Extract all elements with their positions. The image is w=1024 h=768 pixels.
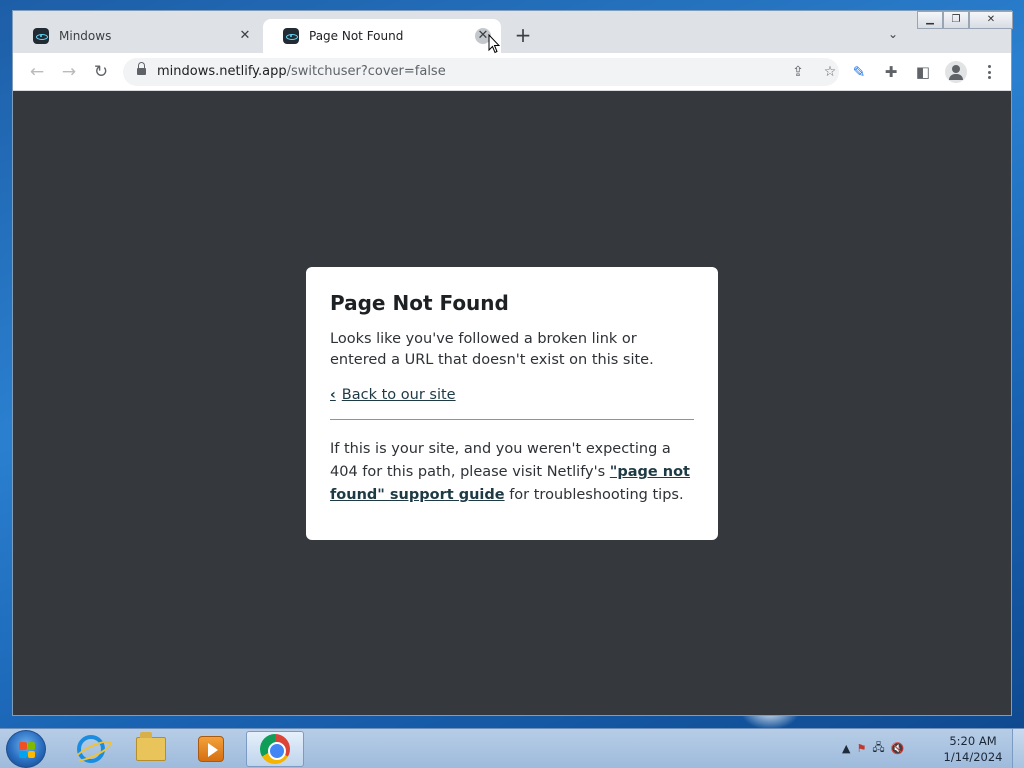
puzzle-icon[interactable]: ✚ — [881, 62, 901, 82]
show-desktop-button[interactable] — [1012, 729, 1024, 768]
address-bar[interactable]: mindows.netlify.app/switchuser?cover=fal… — [123, 58, 839, 86]
tab-page-not-found[interactable]: Page Not Found ✕ — [263, 19, 501, 53]
volume-muted-icon[interactable]: 🔇 — [891, 742, 905, 755]
lock-icon[interactable] — [137, 62, 146, 77]
mouse-cursor-icon — [488, 34, 500, 54]
internet-explorer-taskbar-button[interactable] — [62, 731, 120, 767]
tab-close-icon[interactable]: ✕ — [237, 28, 253, 44]
back-arrow-icon[interactable]: ← — [27, 62, 47, 82]
internet-explorer-icon — [77, 735, 105, 763]
star-icon[interactable]: ☆ — [821, 63, 839, 81]
chevron-left-icon: ‹ — [330, 387, 336, 403]
taskbar-clock[interactable]: 5:20 AM 1/14/2024 — [940, 733, 1006, 765]
close-window-button[interactable]: ✕ — [969, 11, 1013, 29]
windows-logo-icon — [19, 742, 35, 758]
tab-search-chevron-icon[interactable]: ⌄ — [885, 27, 901, 43]
system-tray: ▲ ⚑ 🖧 🔇 — [842, 739, 904, 758]
new-tab-button[interactable]: + — [513, 25, 533, 45]
tab-strip: Mindows ✕ Page Not Found ✕ + ⌄ ▁ ❐ ✕ — [13, 11, 1013, 53]
page-title: Page Not Found — [330, 291, 509, 315]
forward-arrow-icon[interactable]: → — [59, 62, 79, 82]
maximize-button[interactable]: ❐ — [943, 11, 969, 29]
minimize-button[interactable]: ▁ — [917, 11, 943, 29]
browser-toolbar: ← → ↻ mindows.netlify.app/switchuser?cov… — [13, 53, 1011, 91]
chrome-taskbar-button[interactable] — [246, 731, 304, 767]
react-favicon-icon — [33, 28, 49, 44]
divider — [330, 419, 694, 420]
folder-icon — [136, 732, 166, 761]
support-note: If this is your site, and you weren't ex… — [330, 438, 694, 507]
support-note-tail: for troubleshooting tips. — [504, 487, 684, 503]
back-to-site-link[interactable]: ‹ Back to our site — [330, 387, 694, 403]
feather-icon[interactable]: ✎ — [849, 62, 869, 82]
media-player-taskbar-button[interactable] — [182, 731, 240, 767]
side-panel-icon[interactable]: ◧ — [913, 62, 933, 82]
back-link-label: Back to our site — [341, 387, 456, 403]
tab-title: Page Not Found — [309, 29, 404, 43]
share-icon[interactable]: ⇪ — [789, 63, 807, 81]
kebab-menu-icon[interactable] — [981, 62, 997, 82]
show-hidden-icons-icon[interactable]: ▲ — [842, 742, 850, 755]
url-text[interactable]: mindows.netlify.app/switchuser?cover=fal… — [157, 64, 446, 79]
browser-window: Mindows ✕ Page Not Found ✕ + ⌄ ▁ ❐ ✕ ← →… — [12, 10, 1013, 716]
file-explorer-taskbar-button[interactable] — [122, 731, 180, 767]
reload-icon[interactable]: ↻ — [91, 62, 111, 82]
clock-time: 5:20 AM — [949, 734, 997, 748]
url-path: /switchuser?cover=false — [286, 64, 446, 79]
clock-date: 1/14/2024 — [943, 750, 1003, 764]
error-message: Looks like you've followed a broken link… — [330, 331, 654, 368]
profile-icon[interactable] — [945, 61, 967, 83]
start-button[interactable] — [6, 730, 46, 768]
network-icon[interactable]: 🖧 — [872, 739, 884, 758]
page-viewport: Page Not Found Looks like you've followe… — [13, 91, 1011, 715]
taskbar: ▲ ⚑ 🖧 🔇 5:20 AM 1/14/2024 — [0, 728, 1024, 768]
window-controls: ▁ ❐ ✕ — [917, 11, 1013, 29]
tab-mindows[interactable]: Mindows ✕ — [13, 19, 263, 53]
react-favicon-icon — [283, 28, 299, 44]
media-player-icon — [198, 736, 224, 762]
tab-title: Mindows — [59, 29, 112, 43]
url-domain: mindows.netlify.app — [157, 64, 287, 79]
action-center-flag-icon[interactable]: ⚑ — [856, 742, 866, 755]
not-found-card: Page Not Found Looks like you've followe… — [306, 267, 718, 540]
chrome-icon — [260, 734, 290, 764]
